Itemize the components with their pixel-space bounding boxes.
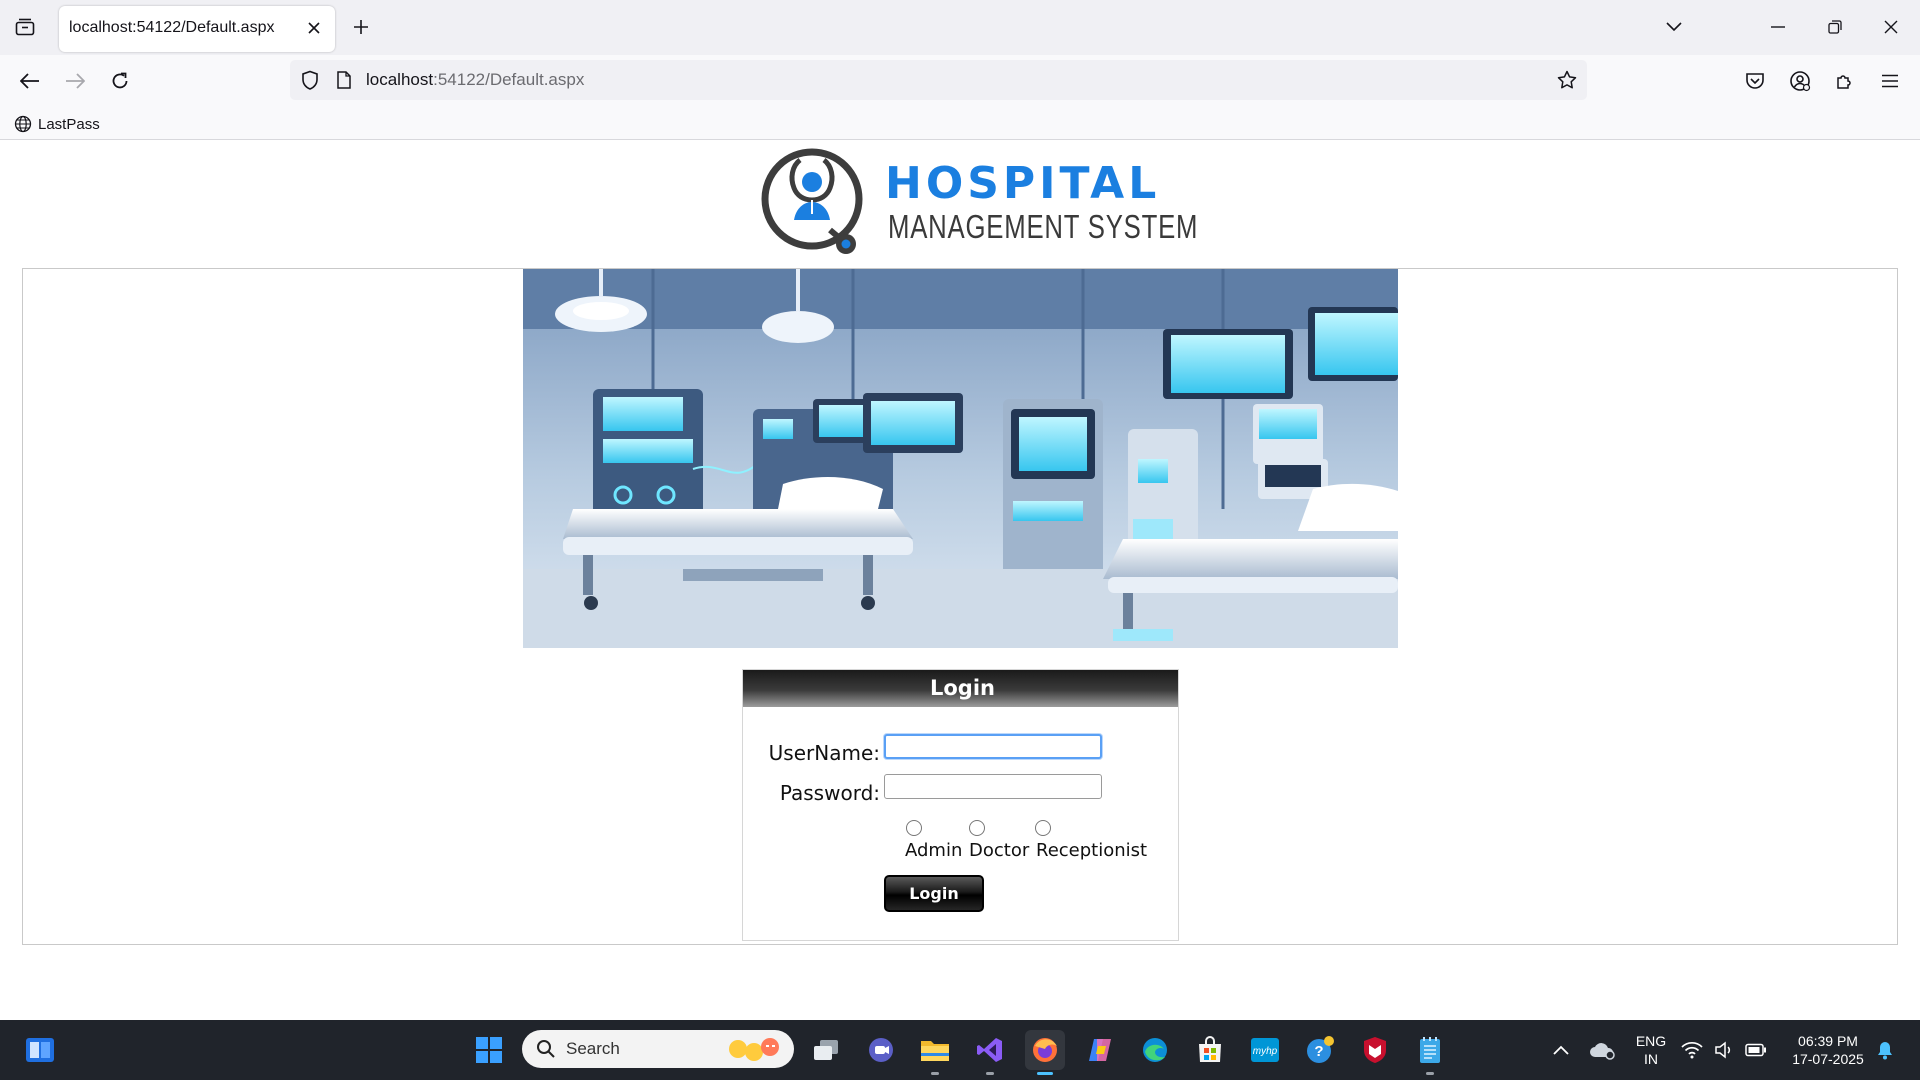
bookmark-label: LastPass (38, 115, 100, 133)
file-explorer-icon[interactable] (915, 1030, 955, 1075)
chevron-down-icon[interactable] (1659, 12, 1689, 42)
forward-icon[interactable] (59, 65, 91, 97)
plus-icon[interactable] (348, 14, 374, 40)
tab-title: localhost:54122/Default.aspx (69, 19, 275, 36)
battery-icon[interactable] (1741, 1030, 1771, 1070)
account-icon[interactable] (1784, 65, 1816, 97)
tab-list-icon[interactable] (10, 14, 40, 40)
back-icon[interactable] (14, 65, 46, 97)
notification-bell-icon[interactable] (1870, 1030, 1900, 1070)
role-admin-label[interactable]: Admin (905, 840, 962, 861)
widgets-icon[interactable] (20, 1030, 60, 1070)
extensions-icon[interactable] (1829, 65, 1861, 97)
copilot-icon[interactable] (1080, 1030, 1120, 1070)
notepad-icon[interactable] (1410, 1030, 1450, 1075)
chevron-up-icon[interactable] (1541, 1030, 1581, 1070)
role-receptionist-radio[interactable] (1035, 820, 1051, 836)
password-input[interactable] (884, 774, 1102, 799)
language-indicator[interactable]: ENG IN (1631, 1032, 1671, 1068)
taskbar-search[interactable]: Search (522, 1030, 794, 1068)
volume-icon[interactable] (1709, 1030, 1739, 1070)
logo-title: HOSPITAL (885, 158, 1161, 209)
clock[interactable]: 06:39 PM 17-07-2025 (1780, 1032, 1876, 1068)
browser-tab[interactable]: localhost:54122/Default.aspx (59, 6, 335, 52)
navigation-toolbar: localhost:54122/Default.aspx (0, 55, 1920, 107)
visual-studio-icon[interactable] (970, 1030, 1010, 1075)
page-icon[interactable] (332, 68, 356, 92)
url-path: :54122/Default.aspx (433, 70, 585, 89)
menu-icon[interactable] (1874, 65, 1906, 97)
close-icon[interactable] (303, 17, 325, 39)
logo-subtitle: MANAGEMENT SYSTEM (888, 208, 1199, 245)
start-icon[interactable] (469, 1030, 509, 1070)
language-region: IN (1644, 1051, 1658, 1067)
role-doctor-label[interactable]: Doctor (969, 840, 1029, 861)
firefox-icon[interactable] (1025, 1030, 1065, 1075)
svg-text:myhp: myhp (1253, 1046, 1278, 1057)
login-panel: Login UserName: Password: Admin Doctor R… (742, 669, 1179, 941)
myhp-icon[interactable]: myhp (1245, 1030, 1285, 1070)
teams-icon[interactable] (861, 1030, 901, 1070)
running-indicator (931, 1072, 939, 1075)
globe-icon (14, 115, 32, 133)
help-icon[interactable]: ? (1300, 1030, 1340, 1070)
password-label: Password: (779, 781, 880, 805)
search-icon (537, 1040, 555, 1058)
task-view-icon[interactable] (806, 1030, 846, 1070)
username-label: UserName: (768, 741, 880, 765)
pocket-icon[interactable] (1739, 65, 1771, 97)
stethoscope-icon (761, 148, 863, 254)
role-doctor-radio[interactable] (969, 820, 985, 836)
role-receptionist-label[interactable]: Receptionist (1036, 840, 1147, 861)
running-indicator (1426, 1072, 1434, 1075)
url-host: localhost (366, 70, 434, 89)
edge-icon[interactable] (1135, 1030, 1175, 1070)
reload-icon[interactable] (104, 65, 136, 97)
login-button[interactable]: Login (884, 875, 984, 912)
store-icon[interactable] (1190, 1030, 1230, 1070)
shield-icon[interactable] (298, 68, 322, 92)
mcafee-icon[interactable] (1355, 1030, 1395, 1070)
emoji-icon (729, 1038, 779, 1061)
running-indicator (986, 1072, 994, 1075)
running-indicator (1037, 1072, 1053, 1075)
url-bar[interactable]: localhost:54122/Default.aspx (290, 60, 1587, 100)
clock-date: 17-07-2025 (1792, 1051, 1864, 1067)
onedrive-icon[interactable] (1582, 1030, 1622, 1070)
taskbar: Search myhp ? ENG IN 06:39 PM 17-07-2025 (0, 1020, 1920, 1080)
username-input[interactable] (884, 734, 1102, 759)
bookmarks-toolbar: LastPass (0, 107, 1920, 140)
role-admin-radio[interactable] (906, 820, 922, 836)
tab-bar: localhost:54122/Default.aspx (0, 0, 1920, 55)
wifi-icon[interactable] (1677, 1030, 1707, 1070)
url-text[interactable]: localhost:54122/Default.aspx (366, 70, 584, 90)
clock-time: 06:39 PM (1798, 1033, 1858, 1049)
language-code: ENG (1635, 1033, 1667, 1049)
search-placeholder: Search (566, 1039, 620, 1058)
restore-icon[interactable] (1820, 12, 1850, 42)
login-header: Login (743, 670, 1178, 707)
window-close-icon[interactable] (1876, 12, 1906, 42)
bookmark-lastpass[interactable]: LastPass (14, 113, 100, 135)
star-icon[interactable] (1555, 68, 1579, 92)
content-frame: Login UserName: Password: Admin Doctor R… (22, 268, 1898, 945)
page-viewport: HOSPITAL MANAGEMENT SYSTEM Login UserNam… (0, 140, 1920, 1020)
hospital-logo: HOSPITAL MANAGEMENT SYSTEM (760, 142, 1197, 260)
hospital-ward-image (523, 269, 1398, 648)
svg-text:?: ? (1314, 1043, 1323, 1060)
minimize-icon[interactable] (1763, 12, 1793, 42)
